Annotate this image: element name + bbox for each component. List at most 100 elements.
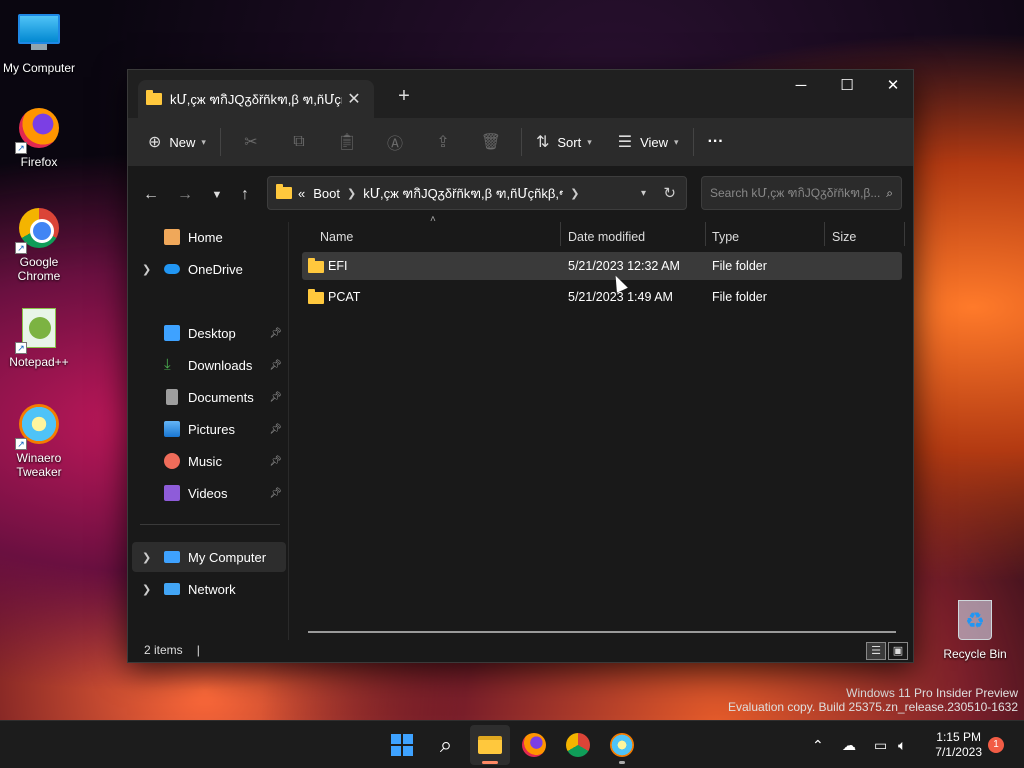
horizontal-scrollbar[interactable]: [308, 631, 896, 633]
desktop-icon-recycle-bin[interactable]: ♻ Recycle Bin: [936, 598, 1014, 661]
pin-icon[interactable]: 📌︎: [269, 456, 282, 467]
share-icon[interactable]: ⇪: [419, 132, 467, 152]
paste-icon[interactable]: 📋︎: [323, 132, 371, 152]
refresh-icon[interactable]: ↻: [663, 184, 676, 202]
minimize-button[interactable]: ─: [778, 70, 824, 102]
desktop-icon-firefox[interactable]: ↗ Firefox: [0, 106, 78, 169]
file-list: Name ˄ Date modified Type Size EFI 5/21/…: [298, 214, 905, 632]
search-box[interactable]: Search kՄ,çж ฑกิJQᵹδřñkฑ,β... ⌕: [701, 176, 902, 210]
column-header-type[interactable]: Type: [712, 222, 739, 252]
recycle-bin-icon: ♻: [953, 600, 997, 644]
cut-icon[interactable]: ✂: [227, 132, 275, 152]
taskbar: ⌕ ⌃ ☁ ▭ 🔈︎ 1:15 PM 7/1/2023 1: [0, 720, 1024, 768]
new-button[interactable]: ⊕ New ▾: [140, 125, 214, 159]
breadcrumb-item[interactable]: Boot: [313, 186, 340, 201]
monitor-icon: [164, 551, 180, 563]
column-divider[interactable]: [705, 222, 706, 246]
recent-chevron-icon[interactable]: ▼: [204, 182, 230, 208]
column-header-size[interactable]: Size: [832, 222, 856, 252]
column-header-name[interactable]: Name: [320, 222, 353, 252]
onedrive-offline-icon[interactable]: ☁: [842, 721, 856, 768]
nav-item-my-computer[interactable]: ❯ My Computer: [132, 542, 286, 572]
plus-circle-icon: ⊕: [148, 134, 162, 151]
search-icon[interactable]: ⌕: [426, 725, 466, 765]
cloud-icon: [164, 264, 180, 274]
breadcrumb-item[interactable]: kՄ,çж ฑกิJQᵹδřñkฑ,β ฑ,ñՄçñkβ,ฑç,...: [363, 183, 563, 204]
nav-item-pictures[interactable]: Pictures 📌︎: [132, 414, 286, 444]
expand-chevron-icon[interactable]: ❯: [142, 551, 151, 564]
sort-label: Sort: [557, 134, 582, 150]
rename-icon[interactable]: Ⓐ: [371, 130, 419, 154]
chevron-down-icon: ▾: [587, 136, 592, 147]
folder-icon: [308, 289, 324, 304]
nav-item-onedrive[interactable]: ❯ OneDrive: [132, 254, 286, 284]
nav-item-network[interactable]: ❯ Network: [132, 574, 286, 604]
breadcrumb-overflow[interactable]: «: [298, 186, 305, 201]
address-dropdown-icon[interactable]: ▾: [641, 188, 646, 199]
nav-item-music[interactable]: Music 📌︎: [132, 446, 286, 476]
start-button[interactable]: [382, 725, 422, 765]
breadcrumb-chevron-icon: ❯: [346, 187, 357, 200]
taskbar-firefox[interactable]: [514, 725, 554, 765]
taskbar-file-explorer[interactable]: [470, 725, 510, 765]
pane-splitter[interactable]: [288, 222, 289, 640]
pin-icon[interactable]: 📌︎: [269, 328, 282, 339]
expand-chevron-icon[interactable]: ❯: [142, 263, 151, 276]
view-button[interactable]: ☰ View ▾: [610, 125, 687, 159]
desktop-icon-label: Winaero Tweaker: [16, 451, 62, 479]
up-arrow-icon[interactable]: ↑: [232, 182, 258, 208]
pin-icon[interactable]: 📌︎: [269, 360, 282, 371]
nav-label: Home: [188, 229, 223, 245]
folder-icon: [146, 90, 162, 105]
delete-icon[interactable]: 🗑︎: [467, 132, 515, 152]
file-type: File folder: [712, 259, 767, 273]
nav-label: Pictures: [188, 421, 235, 437]
shortcut-arrow-icon: ↗: [15, 242, 27, 254]
column-divider[interactable]: [560, 222, 561, 246]
pin-icon[interactable]: 📌︎: [269, 392, 282, 403]
system-clock[interactable]: 1:15 PM 7/1/2023: [935, 730, 982, 760]
more-options-button[interactable]: ···: [700, 125, 732, 159]
column-header-date[interactable]: Date modified: [568, 222, 645, 252]
nav-item-documents[interactable]: Documents 📌︎: [132, 382, 286, 412]
network-icon[interactable]: ▭: [874, 721, 887, 768]
desktop-icon-winaero[interactable]: ↗ Winaero Tweaker: [0, 402, 78, 479]
file-row[interactable]: EFI 5/21/2023 12:32 AM File folder: [302, 252, 902, 280]
folder-icon: [276, 184, 292, 199]
expand-chevron-icon[interactable]: ❯: [142, 583, 151, 596]
chrome-icon: [566, 733, 590, 757]
notification-badge[interactable]: 1: [988, 737, 1004, 753]
nav-item-desktop[interactable]: Desktop 📌︎: [132, 318, 286, 348]
volume-icon[interactable]: 🔈︎: [898, 721, 906, 768]
taskbar-winaero[interactable]: [602, 725, 642, 765]
address-bar[interactable]: « Boot ❯ kՄ,çж ฑกิJQᵹδřñkฑ,β ฑ,ñՄçñkβ,ฑç…: [267, 176, 687, 210]
desktop-icon-chrome[interactable]: ↗ Google Chrome: [0, 206, 78, 283]
forward-arrow-icon[interactable]: →: [172, 182, 198, 208]
column-divider[interactable]: [904, 222, 905, 246]
close-button[interactable]: ✕: [870, 70, 916, 102]
desktop-icon-my-computer[interactable]: My Computer: [0, 10, 78, 75]
document-icon: [166, 389, 178, 405]
new-tab-button[interactable]: +: [392, 84, 416, 108]
nav-item-videos[interactable]: Videos 📌︎: [132, 478, 286, 508]
clock-time: 1:15 PM: [936, 730, 981, 744]
back-arrow-icon[interactable]: ←: [138, 182, 164, 208]
taskbar-chrome[interactable]: [558, 725, 598, 765]
tiles-view-icon[interactable]: ▣: [888, 642, 908, 660]
file-row[interactable]: PCAT 5/21/2023 1:49 AM File folder: [302, 283, 902, 311]
running-indicator: [619, 761, 625, 764]
details-view-icon[interactable]: ☰: [866, 642, 886, 660]
nav-item-downloads[interactable]: ⤓ Downloads 📌︎: [132, 350, 286, 380]
tab-close-icon[interactable]: ✕: [342, 89, 366, 109]
column-divider[interactable]: [824, 222, 825, 246]
sort-button[interactable]: ⇅ Sort ▾: [528, 125, 600, 159]
copy-icon[interactable]: ⧉: [275, 133, 323, 151]
toolbar-divider: [520, 128, 522, 156]
maximize-button[interactable]: ☐: [824, 70, 870, 102]
desktop-icon-notepadpp[interactable]: ↗ Notepad++: [0, 306, 78, 369]
nav-item-home[interactable]: Home: [132, 222, 286, 252]
pin-icon[interactable]: 📌︎: [269, 488, 282, 499]
show-hidden-icons-chevron-icon[interactable]: ⌃: [812, 721, 824, 768]
pin-icon[interactable]: 📌︎: [269, 424, 282, 435]
explorer-tab[interactable]: kՄ,çж ฑกิJQᵹδřñkฑ,β ฑ,ñՄçñk ✕: [138, 80, 374, 118]
